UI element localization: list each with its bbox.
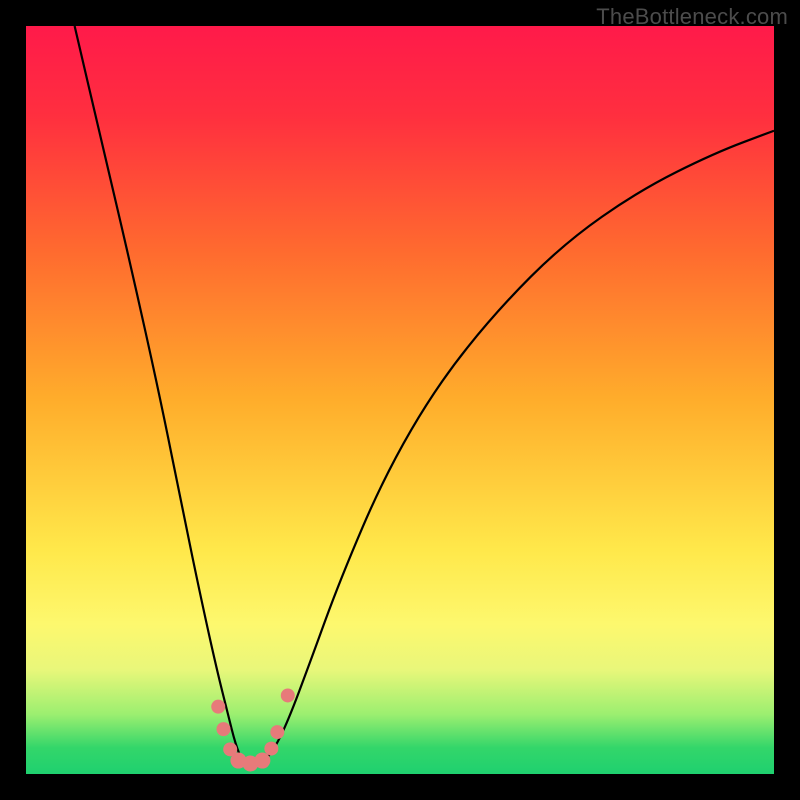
marker-dot [281, 688, 295, 702]
marker-dot [254, 753, 270, 769]
gradient-background [26, 26, 774, 774]
chart-frame: TheBottleneck.com [0, 0, 800, 800]
marker-dot [270, 725, 284, 739]
marker-dot [264, 742, 278, 756]
watermark-text: TheBottleneck.com [596, 4, 788, 30]
chart-svg [26, 26, 774, 774]
marker-dot [211, 700, 225, 714]
marker-dot [216, 722, 230, 736]
plot-area [26, 26, 774, 774]
